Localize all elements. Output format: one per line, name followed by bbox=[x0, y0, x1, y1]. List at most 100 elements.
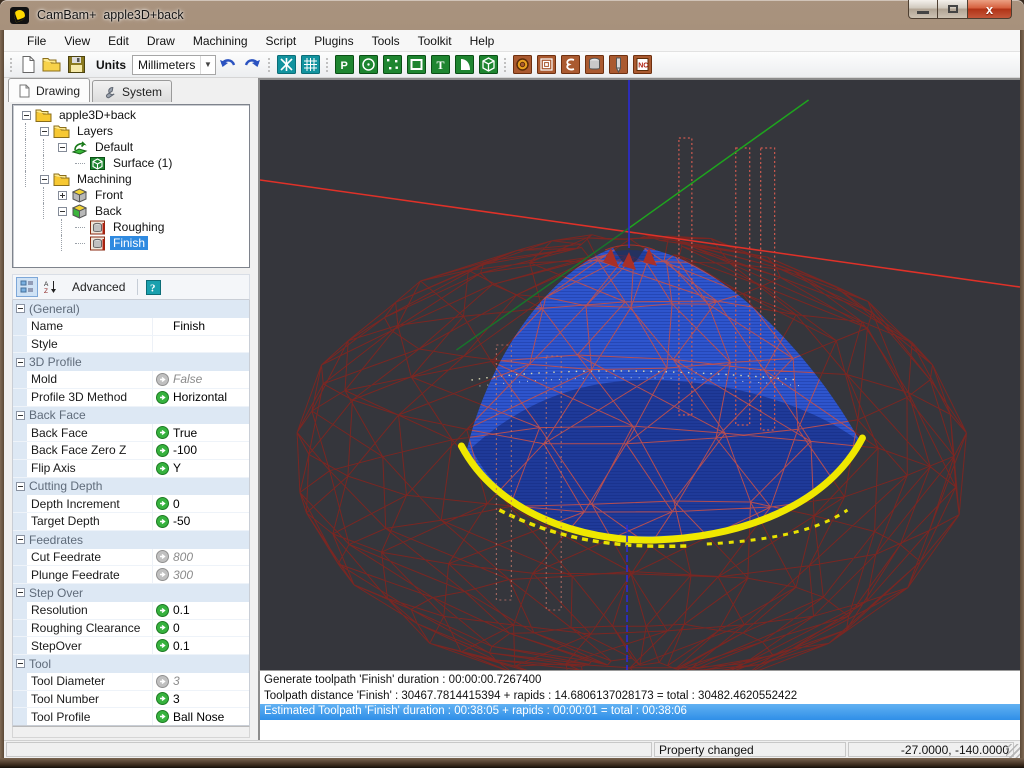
object-tree[interactable]: apple3D+backLayersDefaultSurface (1)Mach… bbox=[12, 104, 250, 268]
property-value[interactable]: Ball Nose bbox=[171, 710, 249, 724]
mop-engrave-icon[interactable] bbox=[559, 54, 581, 75]
tree-expander-minus[interactable] bbox=[40, 175, 49, 184]
property-value[interactable]: 800 bbox=[171, 550, 249, 564]
save-file-icon[interactable] bbox=[65, 54, 87, 75]
property-category-cutting-depth[interactable]: Cutting Depth bbox=[13, 478, 249, 496]
green-arrow-icon[interactable] bbox=[153, 692, 171, 705]
category-collapse-icon[interactable] bbox=[16, 304, 25, 313]
advanced-button[interactable]: Advanced bbox=[64, 278, 133, 296]
property-row-roughing-clearance[interactable]: Roughing Clearance0 bbox=[13, 620, 249, 638]
mop-nc-file-icon[interactable]: NC bbox=[631, 54, 653, 75]
menu-file[interactable]: File bbox=[18, 31, 55, 51]
property-value[interactable]: 0.1 bbox=[171, 603, 249, 617]
property-value[interactable]: 0.1 bbox=[171, 639, 249, 653]
menu-draw[interactable]: Draw bbox=[138, 31, 184, 51]
draw-polyline-icon[interactable]: P bbox=[333, 54, 355, 75]
property-value[interactable]: Y bbox=[171, 461, 249, 475]
draw-rectangle-icon[interactable] bbox=[405, 54, 427, 75]
property-value[interactable]: 300 bbox=[171, 568, 249, 582]
snap-points-icon[interactable] bbox=[275, 54, 297, 75]
title-bar[interactable]: CamBam+ apple3D+back bbox=[0, 0, 1024, 30]
tree-expander-minus[interactable] bbox=[22, 111, 31, 120]
green-arrow-icon[interactable] bbox=[153, 391, 171, 404]
open-file-icon[interactable] bbox=[41, 54, 63, 75]
dropdown-arrow-icon[interactable]: ▼ bbox=[200, 56, 215, 74]
categorized-view-button[interactable] bbox=[16, 277, 38, 297]
gray-arrow-icon[interactable] bbox=[153, 550, 171, 563]
draw-surface-icon[interactable] bbox=[477, 54, 499, 75]
green-arrow-icon[interactable] bbox=[153, 462, 171, 475]
tab-system[interactable]: System bbox=[92, 80, 172, 102]
tree-item-surface-1-[interactable]: Surface (1) bbox=[13, 155, 249, 171]
property-category-back-face[interactable]: Back Face bbox=[13, 407, 249, 425]
property-row-cut-feedrate[interactable]: Cut Feedrate800 bbox=[13, 549, 249, 567]
property-row-profile-3d-method[interactable]: Profile 3D MethodHorizontal bbox=[13, 389, 249, 407]
property-grid[interactable]: (General)NameFinishStyle3D ProfileMoldFa… bbox=[12, 300, 250, 726]
alphabetical-sort-button[interactable]: A Z bbox=[40, 277, 62, 297]
minimize-button[interactable] bbox=[908, 0, 938, 19]
close-button[interactable]: x bbox=[968, 0, 1012, 19]
mop-drill-icon[interactable] bbox=[583, 54, 605, 75]
menu-toolkit[interactable]: Toolkit bbox=[409, 31, 461, 51]
property-row-flip-axis[interactable]: Flip AxisY bbox=[13, 460, 249, 478]
tree-expander-plus[interactable] bbox=[58, 191, 67, 200]
tree-expander-minus[interactable] bbox=[58, 207, 67, 216]
units-dropdown[interactable]: Millimeters▼ bbox=[132, 55, 216, 75]
property-row-plunge-feedrate[interactable]: Plunge Feedrate300 bbox=[13, 566, 249, 584]
redo-icon[interactable] bbox=[241, 54, 263, 75]
tree-expander-minus[interactable] bbox=[58, 143, 67, 152]
property-value[interactable]: Finish bbox=[171, 319, 249, 333]
gray-arrow-icon[interactable] bbox=[153, 675, 171, 688]
tree-item-default[interactable]: Default bbox=[13, 139, 249, 155]
property-value[interactable]: 3 bbox=[171, 692, 249, 706]
green-arrow-icon[interactable] bbox=[153, 710, 171, 723]
mop-pocket-icon[interactable] bbox=[535, 54, 557, 75]
menu-machining[interactable]: Machining bbox=[184, 31, 257, 51]
property-row-style[interactable]: Style bbox=[13, 336, 249, 354]
menu-view[interactable]: View bbox=[55, 31, 99, 51]
property-row-back-face[interactable]: Back FaceTrue bbox=[13, 424, 249, 442]
menu-help[interactable]: Help bbox=[461, 31, 504, 51]
green-arrow-icon[interactable] bbox=[153, 515, 171, 528]
green-arrow-icon[interactable] bbox=[153, 604, 171, 617]
property-category--general-[interactable]: (General) bbox=[13, 300, 249, 318]
tree-item-front[interactable]: Front bbox=[13, 187, 249, 203]
property-row-resolution[interactable]: Resolution0.1 bbox=[13, 602, 249, 620]
maximize-button[interactable] bbox=[938, 0, 968, 19]
category-collapse-icon[interactable] bbox=[16, 659, 25, 668]
property-row-stepover[interactable]: StepOver0.1 bbox=[13, 637, 249, 655]
log-line-1[interactable]: Generate toolpath 'Finish' duration : 00… bbox=[260, 673, 1020, 689]
menu-tools[interactable]: Tools bbox=[363, 31, 409, 51]
tree-item-finish[interactable]: Finish bbox=[13, 235, 249, 251]
green-arrow-icon[interactable] bbox=[153, 621, 171, 634]
property-row-name[interactable]: NameFinish bbox=[13, 318, 249, 336]
draw-text-icon[interactable]: T bbox=[429, 54, 451, 75]
property-category-step-over[interactable]: Step Over bbox=[13, 584, 249, 602]
property-row-target-depth[interactable]: Target Depth-50 bbox=[13, 513, 249, 531]
tree-item-apple3d-back[interactable]: apple3D+back bbox=[13, 107, 249, 123]
help-button[interactable]: ? bbox=[142, 277, 164, 297]
mop-profile-icon[interactable] bbox=[511, 54, 533, 75]
property-row-tool-diameter[interactable]: Tool Diameter3 bbox=[13, 673, 249, 691]
property-value[interactable]: True bbox=[171, 426, 249, 440]
menu-edit[interactable]: Edit bbox=[99, 31, 138, 51]
gray-arrow-icon[interactable] bbox=[153, 568, 171, 581]
green-arrow-icon[interactable] bbox=[153, 639, 171, 652]
tab-drawing[interactable]: Drawing bbox=[8, 78, 90, 102]
property-value[interactable]: False bbox=[171, 372, 249, 386]
property-value[interactable]: 0 bbox=[171, 497, 249, 511]
category-collapse-icon[interactable] bbox=[16, 482, 25, 491]
mop-3d-profile-icon[interactable] bbox=[607, 54, 629, 75]
draw-points-icon[interactable] bbox=[381, 54, 403, 75]
menu-plugins[interactable]: Plugins bbox=[305, 31, 362, 51]
property-category-tool[interactable]: Tool bbox=[13, 655, 249, 673]
green-arrow-icon[interactable] bbox=[153, 444, 171, 457]
property-value[interactable]: 3 bbox=[171, 674, 249, 688]
property-row-mold[interactable]: MoldFalse bbox=[13, 371, 249, 389]
property-category-3d-profile[interactable]: 3D Profile bbox=[13, 353, 249, 371]
property-value[interactable]: -100 bbox=[171, 443, 249, 457]
property-row-tool-profile[interactable]: Tool ProfileBall Nose bbox=[13, 708, 249, 726]
grid-toggle-icon[interactable] bbox=[299, 54, 321, 75]
viewport-3d[interactable] bbox=[258, 78, 1020, 670]
menu-script[interactable]: Script bbox=[257, 31, 306, 51]
